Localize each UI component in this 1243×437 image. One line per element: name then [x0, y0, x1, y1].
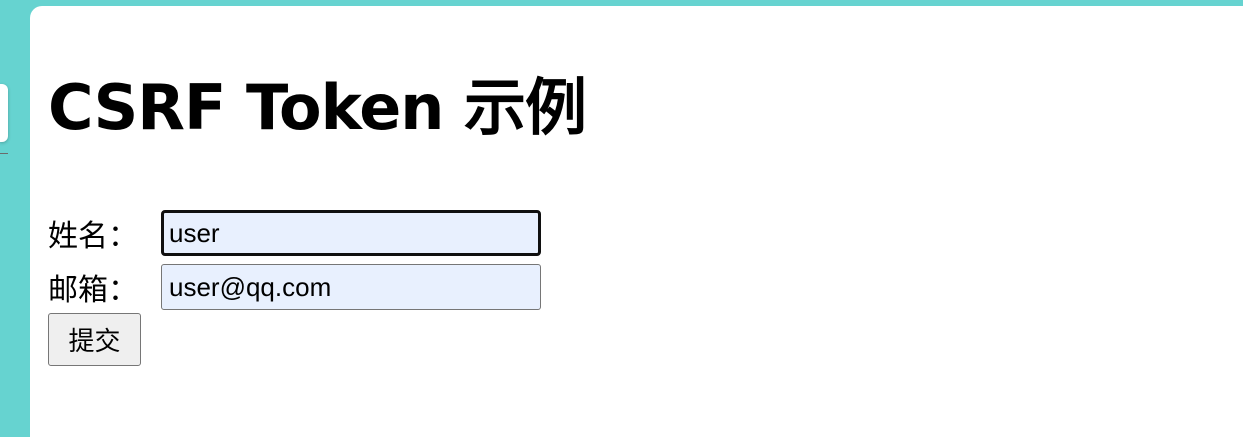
page-content: CSRF Token 示例 姓名： 邮箱： 提交 [30, 6, 1243, 437]
name-label: 姓名： [48, 219, 138, 254]
email-input[interactable] [161, 264, 541, 310]
email-row: 邮箱： [48, 264, 541, 310]
email-label: 邮箱： [48, 273, 138, 308]
page-title: CSRF Token 示例 [48, 71, 587, 144]
submit-button[interactable]: 提交 [48, 313, 141, 366]
side-panel-tab[interactable] [0, 84, 8, 142]
name-input[interactable] [161, 210, 541, 256]
side-divider [0, 153, 8, 154]
name-row: 姓名： [48, 210, 541, 256]
